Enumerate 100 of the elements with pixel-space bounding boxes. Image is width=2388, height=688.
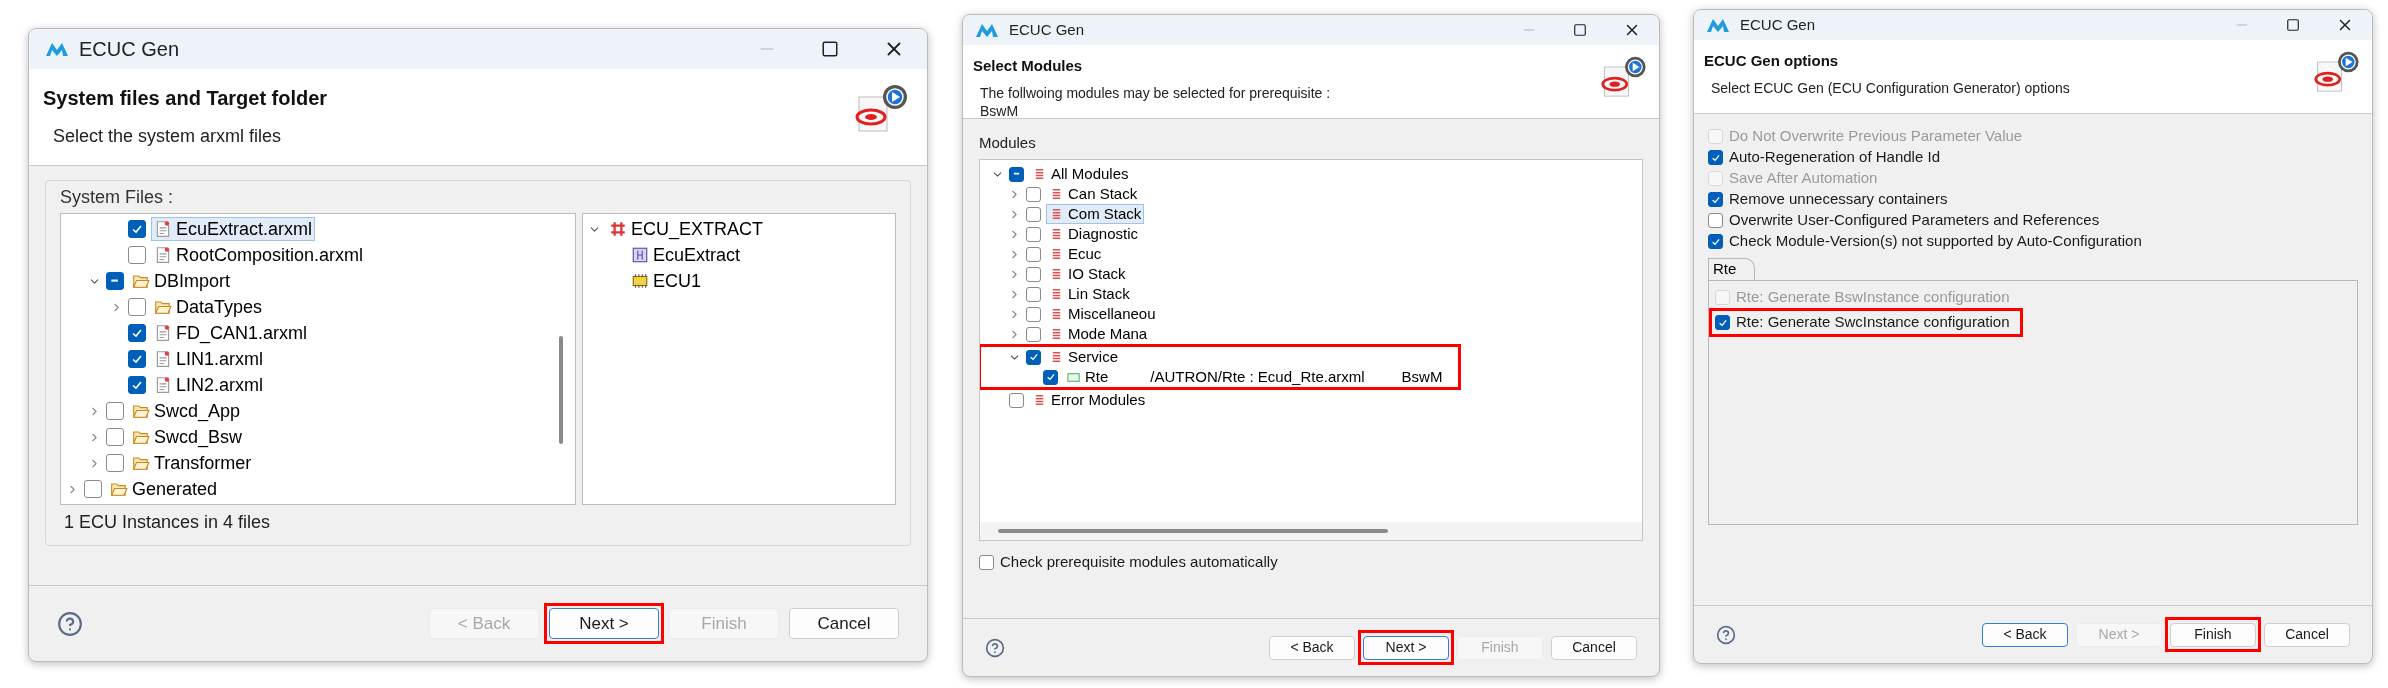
package-icon: [631, 246, 649, 264]
checkbox[interactable]: [106, 272, 124, 290]
tree-item[interactable]: Generated: [107, 477, 221, 501]
tree-item[interactable]: Swcd_App: [129, 399, 244, 423]
checkbox[interactable]: [1026, 306, 1041, 322]
tree-item[interactable]: FD_CAN1.arxml: [151, 321, 311, 345]
file-icon: [154, 324, 172, 342]
window-title: ECUC Gen: [79, 37, 180, 62]
tree-item[interactable]: Service: [1046, 347, 1122, 367]
help-icon[interactable]: [985, 637, 1005, 658]
app-logo-icon: [975, 22, 999, 38]
checkmark-icon: [1710, 194, 1721, 205]
checkbox[interactable]: [84, 480, 102, 498]
checkbox[interactable]: [1708, 234, 1723, 249]
option-label: Auto-Regeneration of Handle Id: [1729, 147, 1940, 168]
checkbox[interactable]: [1026, 326, 1041, 342]
option-label: Overwrite User-Configured Parameters and References: [1729, 210, 2100, 231]
tree-item[interactable]: DBImport: [129, 269, 234, 293]
checkbox[interactable]: [979, 554, 994, 570]
checkbox[interactable]: [1026, 206, 1041, 222]
tree-item[interactable]: Can Stack: [1046, 184, 1141, 204]
dialog-button[interactable]: Next >: [1363, 635, 1449, 660]
tree-item[interactable]: DataTypes: [151, 295, 266, 319]
checkbox-label: Check prerequisite modules automatically: [1000, 552, 1278, 572]
maximize-icon[interactable]: [821, 40, 839, 58]
checkbox[interactable]: [106, 402, 124, 420]
option-label: Save After Automation: [1729, 168, 1878, 189]
scrollbar-thumb[interactable]: [998, 529, 1388, 533]
dialog-button[interactable]: Next >: [549, 608, 659, 639]
checkbox[interactable]: [1708, 213, 1723, 228]
help-icon[interactable]: [57, 610, 83, 637]
checkbox[interactable]: [128, 246, 146, 264]
file-icon: [154, 246, 172, 264]
folder-icon: [132, 454, 150, 472]
page-heading: System files and Target folder: [43, 86, 328, 111]
checkbox[interactable]: [1009, 166, 1024, 182]
page-heading: ECUC Gen options: [1704, 51, 1840, 71]
checkbox[interactable]: [1026, 186, 1041, 202]
checkbox[interactable]: [106, 454, 124, 472]
dialog-button[interactable]: < Back: [1269, 635, 1355, 660]
tree-item[interactable]: Mode Mana: [1046, 324, 1151, 344]
tree-item[interactable]: Transformer: [129, 451, 255, 475]
tree-cell: BswM: [1401, 368, 1443, 386]
tree-cell: /AUTRON/Rte : Ecud_Rte.arxml: [1150, 368, 1365, 386]
page-description: Select ECUC Gen (ECU Configuration Generator) options: [1711, 78, 2070, 97]
tree-item[interactable]: EcuExtract.arxml: [151, 217, 316, 241]
checkbox[interactable]: [106, 428, 124, 446]
tree-item[interactable]: LIN1.arxml: [151, 347, 267, 371]
checkmark-icon: [1710, 152, 1721, 163]
tree-item[interactable]: All Modules: [1029, 164, 1132, 184]
checkbox[interactable]: [1708, 192, 1723, 207]
checkbox[interactable]: [1026, 286, 1041, 302]
group-label: System Files :: [60, 185, 175, 209]
folder-icon: [154, 298, 172, 316]
tree-item[interactable]: Swcd_Bsw: [129, 425, 246, 449]
checkbox[interactable]: [128, 298, 146, 316]
tree-item[interactable]: Miscellaneou: [1046, 304, 1159, 324]
tree-item[interactable]: ECU1: [628, 269, 704, 293]
tree-item[interactable]: EcuExtract: [628, 243, 744, 267]
checkmark-icon: [1717, 317, 1728, 328]
checkbox[interactable]: [1009, 392, 1024, 408]
checkbox[interactable]: [1026, 246, 1041, 262]
tree-item[interactable]: Com Stack: [1046, 204, 1145, 224]
checkbox[interactable]: [1708, 150, 1723, 165]
page-description: BswM: [980, 101, 1020, 120]
checkbox[interactable]: [1026, 226, 1041, 242]
tree-item[interactable]: Error Modules: [1029, 390, 1149, 410]
checkbox[interactable]: [1026, 266, 1041, 282]
page-heading: Select Modules: [973, 56, 1084, 76]
tree-item[interactable]: RootComposition.arxml: [151, 243, 367, 267]
window-title: ECUC Gen: [1009, 19, 1085, 40]
help-icon[interactable]: [1716, 624, 1736, 645]
dialog-button[interactable]: Cancel: [1551, 635, 1637, 660]
app-logo-icon: [1706, 17, 1730, 33]
dialog-button[interactable]: Finish: [2170, 622, 2256, 647]
dialog-button[interactable]: Cancel: [2264, 622, 2350, 647]
option-label: Do Not Overwrite Previous Parameter Value: [1729, 126, 2023, 147]
dialog-button[interactable]: < Back: [1982, 622, 2068, 647]
chip-icon: [631, 272, 649, 290]
tree-item[interactable]: Ecuc: [1046, 244, 1105, 264]
page-description: The follwoing modules may be selected for prerequisite :: [980, 83, 1331, 102]
option-label: Rte: Generate SwcInstance configuration: [1736, 312, 2010, 333]
dialog-button[interactable]: Cancel: [789, 608, 899, 639]
option-label: Remove unnecessary containers: [1729, 189, 1948, 210]
tree-item[interactable]: IO Stack: [1046, 264, 1129, 284]
checkmark-icon: [1710, 236, 1721, 247]
app-logo-icon: [45, 41, 69, 57]
tree-item[interactable]: Lin Stack: [1046, 284, 1133, 304]
group-label: Modules: [979, 132, 1037, 153]
tree-item[interactable]: Rte: [1063, 367, 1112, 387]
checkbox[interactable]: [1715, 315, 1730, 330]
maximize-icon[interactable]: [2286, 18, 2300, 32]
folder-icon: [132, 428, 150, 446]
tree-item[interactable]: LIN2.arxml: [151, 373, 267, 397]
tab[interactable]: Rte: [1708, 258, 1756, 280]
scrollbar-thumb[interactable]: [559, 336, 563, 444]
tree-item[interactable]: Diagnostic: [1046, 224, 1142, 244]
maximize-icon[interactable]: [1573, 23, 1587, 37]
file-icon: [154, 376, 172, 394]
tree-item[interactable]: ECU_EXTRACT: [606, 217, 767, 241]
